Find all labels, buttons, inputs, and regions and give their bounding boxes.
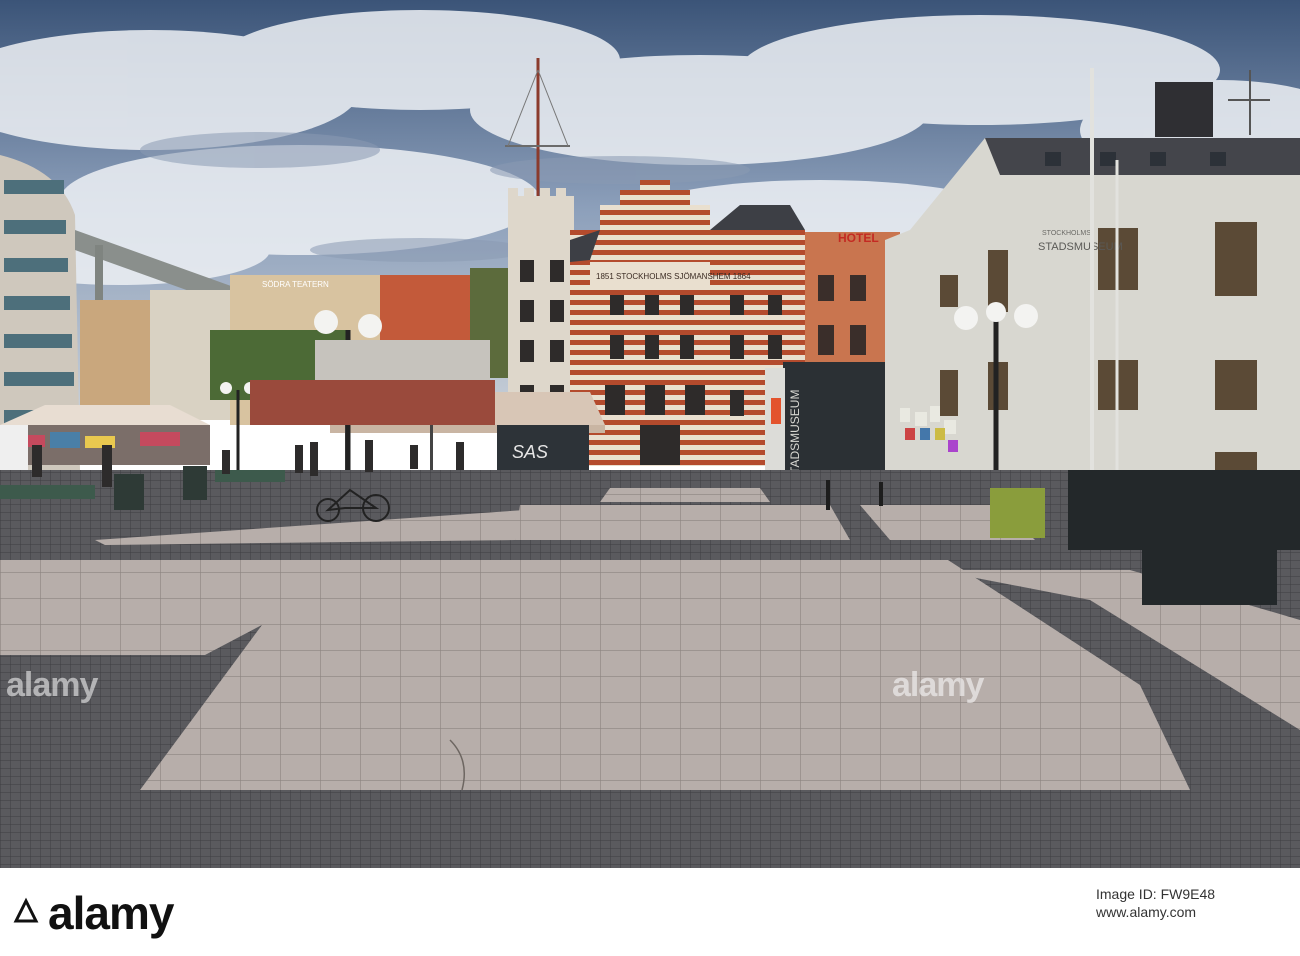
- green-planter: [990, 488, 1045, 538]
- theater-sign: SÖDRA TEATERN: [262, 280, 329, 289]
- watermark-right: alamy: [892, 666, 984, 704]
- van: [0, 425, 28, 477]
- hotel-sign: HOTEL: [838, 231, 879, 245]
- museum-wall-sign-small: STOCKHOLMS: [1042, 230, 1091, 237]
- museum-sign-pavilion: STADSMUSEUM: [765, 362, 885, 488]
- street-scene-photo: SÖDRA TEATERN 1851 STOCKHOLMS SJÖMANSHEM…: [0, 0, 1300, 868]
- site-url: www.alamy.com: [1096, 904, 1197, 920]
- watermark-left: alamy: [6, 666, 98, 704]
- museum-sign-vertical: STADSMUSEUM: [788, 390, 802, 482]
- trash-bin: [183, 466, 207, 500]
- subway-building: [250, 380, 495, 425]
- facade-inscription: 1851 STOCKHOLMS SJÖMANSHEM 1864: [596, 272, 751, 281]
- kiosk-graffiti: SAS: [512, 442, 548, 462]
- trash-bin: [114, 474, 144, 510]
- brand-logo: alamy: [48, 887, 174, 939]
- image-id: Image ID: FW9E48: [1096, 886, 1216, 902]
- alamy-logo-icon: [13, 897, 39, 923]
- photo-frame: SÖDRA TEATERN 1851 STOCKHOLMS SJÖMANSHEM…: [0, 0, 1300, 956]
- museum-wall-sign: STADSMUSEUM: [1038, 241, 1123, 253]
